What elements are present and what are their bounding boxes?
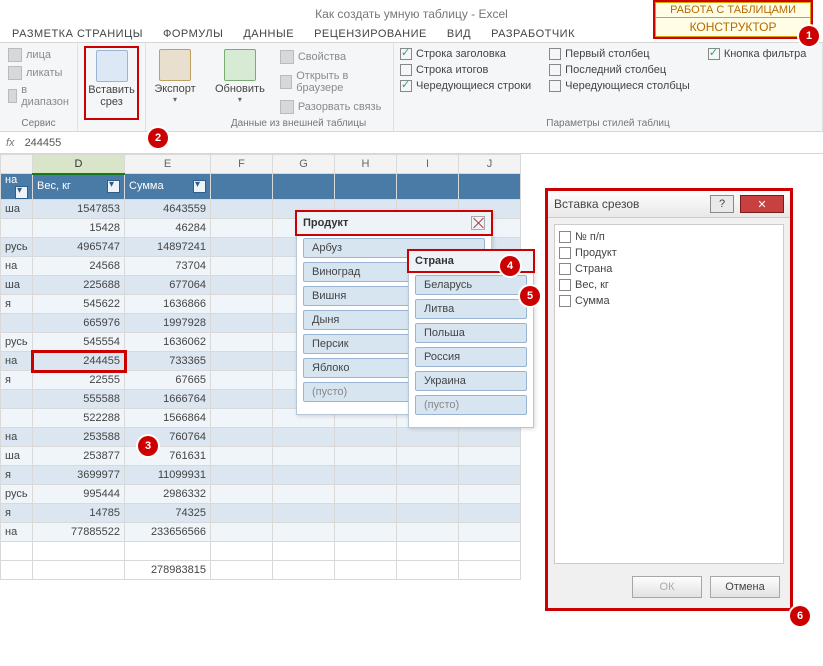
tab-view[interactable]: ВИД [447, 28, 471, 40]
dialog-close-button[interactable]: ✕ [740, 195, 784, 213]
dialog-ok-button[interactable]: ОК [632, 576, 702, 598]
tab-page-layout[interactable]: РАЗМЕТКА СТРАНИЦЫ [12, 28, 143, 40]
insert-slicer-button[interactable]: Вставить срез [84, 46, 139, 120]
callout-3: 3 [138, 436, 158, 456]
ribbon-open-browser: Открыть в браузере [278, 68, 387, 96]
ribbon-summarize[interactable]: лица [6, 46, 71, 64]
insert-slicers-dialog[interactable]: Вставка срезов ? ✕ № п/п Продукт Страна Вес… [545, 188, 793, 611]
chk-total-row[interactable]: Строка итогов [400, 64, 531, 76]
table-row[interactable]: ша253877761631 [1, 447, 521, 466]
dialog-cancel-button[interactable]: Отмена [710, 576, 780, 598]
slicer-item[interactable]: Украина [415, 371, 527, 391]
callout-6: 6 [790, 606, 810, 626]
export-icon [159, 49, 191, 81]
ribbon-convert-range[interactable]: в диапазон [6, 82, 71, 110]
callout-2: 2 [148, 128, 168, 148]
slicer-country[interactable]: Страна Беларусь Литва Польша Россия Украина (… [408, 250, 534, 428]
filter-dropdown-icon[interactable] [15, 186, 28, 199]
tab-data[interactable]: ДАННЫЕ [243, 28, 294, 40]
tab-developer[interactable]: РАЗРАБОТЧИК [491, 28, 575, 40]
slicer-item[interactable]: (пусто) [415, 395, 527, 415]
table-row[interactable]: я1478574325 [1, 504, 521, 523]
callout-5: 5 [520, 286, 540, 306]
slicer-product-title: Продукт [303, 217, 348, 229]
dialog-field-option[interactable]: Сумма [559, 295, 779, 307]
table-header-row[interactable]: на Вес, кг Сумма [1, 174, 521, 200]
tab-constructor[interactable]: КОНСТРУКТОР [655, 18, 811, 37]
ribbon-properties: Свойства [278, 48, 387, 66]
dialog-field-option[interactable]: Вес, кг [559, 279, 779, 291]
table-row[interactable]: я369997711099931 [1, 466, 521, 485]
slicer-item[interactable]: Польша [415, 323, 527, 343]
slicer-item[interactable]: Литва [415, 299, 527, 319]
refresh-button[interactable]: Обновить ▾ [210, 46, 270, 116]
context-tab-group: РАБОТА С ТАБЛИЦАМИ [655, 2, 811, 18]
table-row[interactable]: на253588760764 [1, 428, 521, 447]
dialog-title: Вставка срезов [554, 197, 704, 211]
chk-banded-cols[interactable]: Чередующиеся столбцы [549, 80, 690, 92]
chk-banded-rows[interactable]: Чередующиеся строки [400, 80, 531, 92]
dialog-help-button[interactable]: ? [710, 195, 734, 213]
dialog-field-option[interactable]: Продукт [559, 247, 779, 259]
formula-bar-value[interactable]: 244455 [25, 137, 62, 149]
table-row[interactable]: 278983815 [1, 561, 521, 580]
dialog-field-option[interactable]: Страна [559, 263, 779, 275]
filter-dropdown-icon[interactable] [193, 180, 206, 193]
ribbon-group-external: Данные из внешней таблицы [210, 118, 387, 131]
col-header-row[interactable]: DE FGH IJ [1, 155, 521, 174]
chk-filter-button[interactable]: Кнопка фильтра [708, 48, 807, 60]
callout-1: 1 [799, 26, 819, 46]
chk-first-col[interactable]: Первый столбец [549, 48, 690, 60]
ribbon-group-style-options: Параметры стилей таблиц [400, 118, 816, 131]
chk-header-row[interactable]: Строка заголовка [400, 48, 531, 60]
table-row[interactable] [1, 542, 521, 561]
tab-review[interactable]: РЕЦЕНЗИРОВАНИЕ [314, 28, 427, 40]
slicer-icon [96, 50, 128, 82]
callout-4: 4 [500, 256, 520, 276]
ribbon-group-service: Сервис [6, 118, 71, 131]
slicer-item[interactable]: Беларусь [415, 275, 527, 295]
refresh-icon [224, 49, 256, 81]
dialog-field-option[interactable]: № п/п [559, 231, 779, 243]
slicer-country-title: Страна [415, 255, 454, 267]
tab-formulas[interactable]: ФОРМУЛЫ [163, 28, 223, 40]
table-row[interactable]: русь9954442986332 [1, 485, 521, 504]
chk-last-col[interactable]: Последний столбец [549, 64, 690, 76]
fx-icon[interactable]: fx [6, 137, 15, 149]
table-row[interactable]: на77885522233656566 [1, 523, 521, 542]
ribbon-unlink: Разорвать связь [278, 98, 387, 116]
ribbon-remove-dups[interactable]: ликаты [6, 64, 71, 82]
export-button[interactable]: Экспорт ▾ [152, 46, 198, 107]
slicer-clear-icon[interactable] [471, 216, 485, 230]
filter-dropdown-icon[interactable] [107, 180, 120, 193]
slicer-item[interactable]: Россия [415, 347, 527, 367]
